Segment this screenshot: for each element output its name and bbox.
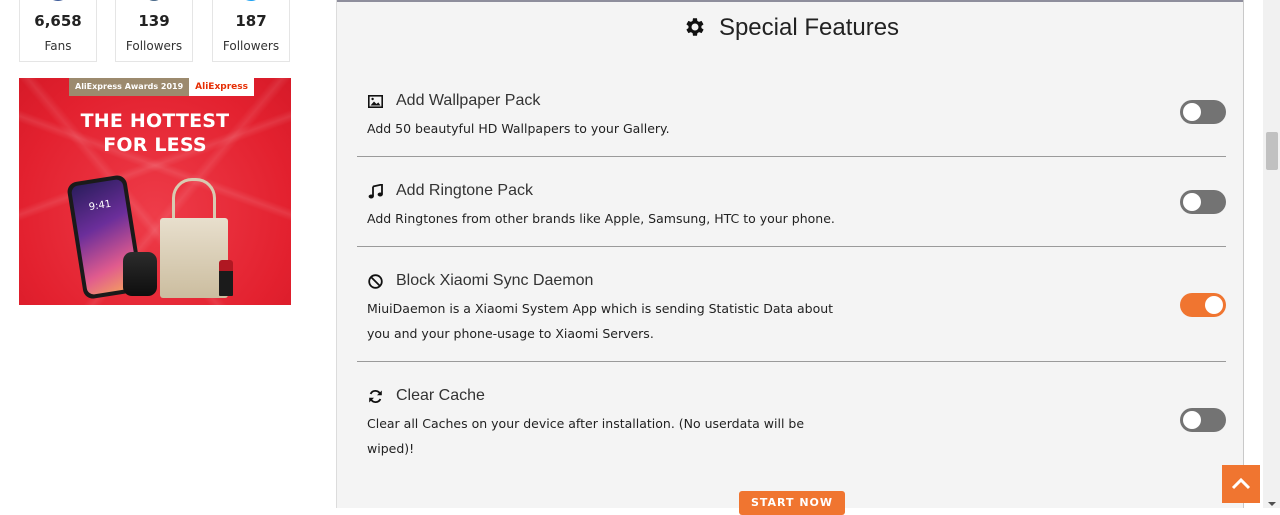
sidebar: 6,658 Fans 139 Followers 187 Followers A… bbox=[0, 0, 336, 508]
feature-description-line1: MiuiDaemon is a Xiaomi System App which … bbox=[367, 301, 834, 316]
ad-award-label: AliExpress Awards 2019 bbox=[69, 78, 190, 96]
handbag-image bbox=[160, 218, 228, 298]
sync-daemon-toggle[interactable] bbox=[1180, 293, 1226, 317]
divider bbox=[357, 361, 1226, 362]
back-to-top-button[interactable] bbox=[1222, 465, 1260, 503]
feature-title: Block Xiaomi Sync Daemon bbox=[396, 272, 594, 289]
feature-description: Add Ringtones from other brands like App… bbox=[367, 211, 835, 226]
feature-description-line2: wiped)! bbox=[367, 441, 415, 456]
music-note-icon bbox=[367, 183, 384, 200]
scrollbar-thumb[interactable] bbox=[1266, 132, 1278, 170]
feature-description: MiuiDaemon is a Xiaomi System App which … bbox=[367, 296, 837, 346]
toggle-knob bbox=[1205, 296, 1223, 314]
gear-icon bbox=[683, 15, 707, 46]
social-instagram[interactable]: 139 Followers bbox=[115, 0, 193, 62]
feature-header: Add Wallpaper Pack bbox=[367, 90, 540, 112]
instagram-icon bbox=[144, 0, 164, 1]
chevron-up-icon bbox=[1231, 475, 1251, 494]
lipstick-image bbox=[219, 260, 233, 296]
ad-headline: THE HOTTEST FOR LESS bbox=[19, 109, 291, 157]
divider bbox=[357, 156, 1226, 157]
feature-title: Add Ringtone Pack bbox=[396, 182, 533, 199]
facebook-count: 6,658 bbox=[34, 12, 82, 30]
feature-header: Add Ringtone Pack bbox=[367, 180, 533, 202]
feature-description-line1: Clear all Caches on your device after in… bbox=[367, 416, 805, 431]
image-icon bbox=[367, 93, 384, 110]
ban-icon bbox=[367, 273, 384, 290]
toggle-knob bbox=[1183, 193, 1201, 211]
toggle-knob bbox=[1183, 103, 1201, 121]
social-facebook[interactable]: 6,658 Fans bbox=[19, 0, 97, 62]
twitter-icon bbox=[239, 0, 263, 1]
instagram-count: 139 bbox=[138, 12, 170, 30]
refresh-icon bbox=[367, 388, 384, 405]
ringtone-pack-toggle[interactable] bbox=[1180, 190, 1226, 214]
social-twitter[interactable]: 187 Followers bbox=[212, 0, 290, 62]
twitter-label: Followers bbox=[222, 39, 280, 53]
earbuds-case-image bbox=[123, 252, 157, 296]
feature-description-line2: you and your phone-usage to Xiaomi Serve… bbox=[367, 326, 654, 341]
feature-title: Clear Cache bbox=[396, 387, 485, 404]
special-features-panel: Special Features Add Wallpaper Pack Add … bbox=[336, 0, 1245, 515]
ad-award-strip: AliExpress Awards 2019 AliExpress bbox=[69, 78, 254, 96]
aliexpress-logo: AliExpress bbox=[189, 78, 254, 96]
feature-description: Add 50 beautyful HD Wallpapers to your G… bbox=[367, 121, 670, 136]
twitter-count: 187 bbox=[235, 12, 267, 30]
facebook-label: Fans bbox=[44, 39, 72, 53]
feature-title: Add Wallpaper Pack bbox=[396, 92, 541, 109]
wallpaper-pack-toggle[interactable] bbox=[1180, 100, 1226, 124]
feature-header: Block Xiaomi Sync Daemon bbox=[367, 270, 593, 292]
page-scrollbar[interactable] bbox=[1263, 0, 1280, 508]
aliexpress-ad-banner[interactable]: AliExpress Awards 2019 AliExpress THE HO… bbox=[19, 78, 291, 305]
clear-cache-toggle[interactable] bbox=[1180, 408, 1226, 432]
panel-title-text: Special Features bbox=[718, 14, 900, 41]
instagram-label: Followers bbox=[125, 39, 183, 53]
divider bbox=[357, 246, 1226, 247]
toggle-knob bbox=[1183, 411, 1201, 429]
ad-headline-line1: THE HOTTEST bbox=[80, 110, 230, 132]
facebook-icon bbox=[46, 0, 70, 1]
panel-title: Special Features bbox=[337, 14, 1245, 46]
phone-time: 9:41 bbox=[88, 198, 113, 214]
start-now-button[interactable]: START NOW bbox=[739, 491, 845, 515]
feature-header: Clear Cache bbox=[367, 385, 485, 407]
panel-top-border bbox=[337, 0, 1243, 2]
ad-headline-line2: FOR LESS bbox=[103, 134, 207, 156]
scroll-down-arrow-icon[interactable] bbox=[1266, 494, 1278, 506]
feature-description: Clear all Caches on your device after in… bbox=[367, 411, 837, 461]
